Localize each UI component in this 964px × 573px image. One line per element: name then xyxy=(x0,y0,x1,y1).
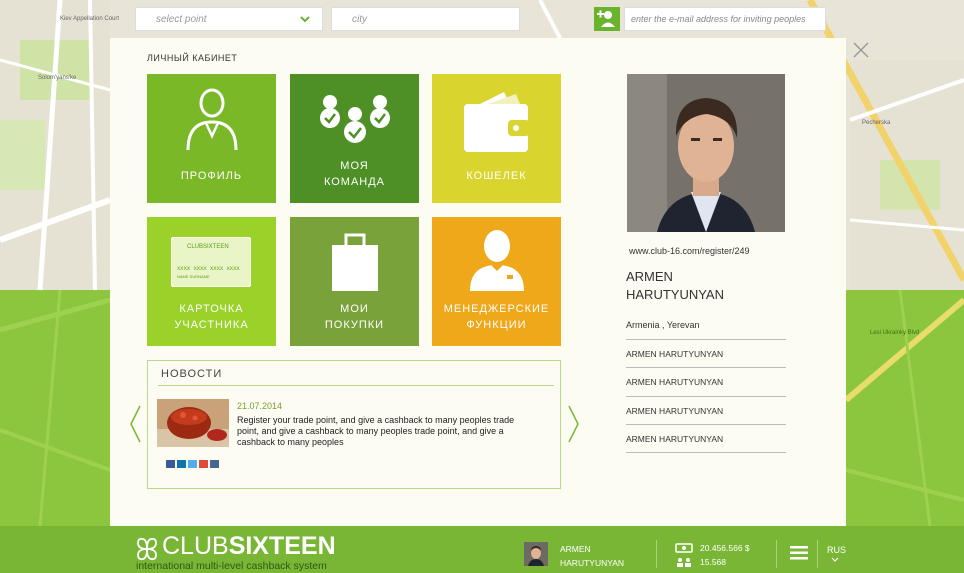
tile-label: ПРОФИЛЬ xyxy=(180,170,243,182)
footer-user-line1: ARMEN xyxy=(560,544,591,554)
menu-icon[interactable] xyxy=(790,545,808,561)
brand-tagline: international multi-level cashback syste… xyxy=(136,560,327,572)
footer-user-name[interactable]: ARMEN HARUTYUNYAN xyxy=(560,542,624,570)
tile-label: ПОКУПКИ xyxy=(324,319,385,331)
map-label: Pecherska xyxy=(862,120,891,126)
profile-list-item[interactable]: ARMEN HARUTYUNYAN xyxy=(626,349,723,359)
profile-location: Armenia , Yerevan xyxy=(626,320,700,330)
tile-label: УЧАСТНИКА xyxy=(174,319,249,331)
profile-list-item[interactable]: ARMEN HARUTYUNYAN xyxy=(626,377,723,387)
tile-member-card[interactable]: CLUBSIXTEEN XXXX XXXX XXXX XXXX NAME SUR… xyxy=(147,217,276,346)
manager-icon xyxy=(470,230,524,291)
profile-photo[interactable] xyxy=(627,74,785,232)
profile-name-line1: ARMEN xyxy=(626,269,673,284)
language-selector[interactable]: RUS xyxy=(827,545,846,555)
profile-divider xyxy=(626,396,786,397)
referral-link[interactable]: www.club-16.com/register/249 xyxy=(629,246,750,256)
card-number: XXXX XXXX XXXX XXXX xyxy=(177,265,240,272)
invite-email-input[interactable]: enter the e-mail address for inviting pe… xyxy=(624,7,826,31)
select-point-placeholder: select point xyxy=(156,14,207,25)
card-brand: CLUBSIXTEEN xyxy=(187,244,229,250)
footer-team-count: 15.568 xyxy=(700,557,726,567)
select-point-dropdown[interactable]: select point xyxy=(135,7,323,31)
footer-balance: 20.456.566 $ xyxy=(700,543,750,553)
profile-name-line2: HARUTYUNYAN xyxy=(626,287,724,302)
tile-label: ФУНКЦИИ xyxy=(466,319,527,331)
tile-label: МОИ xyxy=(340,303,369,315)
avatar-image xyxy=(524,542,548,566)
news-next-arrow-icon[interactable] xyxy=(567,404,581,444)
tile-my-team[interactable]: МОЯ КОМАНДА xyxy=(290,74,419,203)
invite-user-button[interactable] xyxy=(594,7,620,31)
map-label: Solom'yans'ke xyxy=(38,75,77,81)
chevron-down-icon xyxy=(300,16,310,23)
google-plus-icon[interactable] xyxy=(199,460,208,468)
linkedin-icon[interactable] xyxy=(177,460,186,468)
news-date: 21.07.2014 xyxy=(237,401,283,411)
facebook-icon[interactable] xyxy=(166,460,175,468)
card-holder: NAME SURNAME xyxy=(177,274,210,279)
tile-label: КАРТОЧКА xyxy=(179,303,244,315)
invite-email-placeholder: enter the e-mail address for inviting pe… xyxy=(631,14,806,24)
profile-photo-image xyxy=(627,74,785,232)
news-panel: НОВОСТИ 21.07.2014 Register your trade p… xyxy=(147,360,561,489)
shopping-bag-icon xyxy=(332,233,378,291)
money-icon xyxy=(675,543,693,553)
news-prev-arrow-icon[interactable] xyxy=(128,404,142,444)
add-user-icon xyxy=(597,10,615,27)
news-text: Register your trade point, and give a ca… xyxy=(237,415,515,447)
news-image[interactable] xyxy=(157,399,229,447)
profile-list-item[interactable]: ARMEN HARUTYUNYAN xyxy=(626,406,723,416)
tile-label: МОЯ xyxy=(340,160,369,172)
user-icon xyxy=(186,88,238,151)
tile-my-purchases[interactable]: МОИ ПОКУПКИ xyxy=(290,217,419,346)
profile-divider xyxy=(626,424,786,425)
brand-logo-text[interactable]: CLUBSIXTEEN xyxy=(162,531,336,561)
news-divider xyxy=(158,385,554,386)
team-icon xyxy=(320,95,390,143)
chevron-down-icon[interactable] xyxy=(831,557,839,563)
map-label: Lesi Ukrainky Blvd xyxy=(870,330,920,336)
footer-separator xyxy=(656,540,657,568)
brand-sixteen: SIXTEEN xyxy=(228,532,336,560)
profile-divider xyxy=(626,367,786,368)
tile-label: МЕНЕДЖЕРСКИЕ xyxy=(443,303,550,315)
close-icon[interactable] xyxy=(851,40,871,60)
tile-label: КОШЕЛЕК xyxy=(466,170,527,182)
profile-name: ARMEN HARUTYUNYAN xyxy=(626,268,796,304)
city-placeholder: city xyxy=(352,14,367,25)
footer-separator xyxy=(817,540,818,568)
tile-wallet[interactable]: КОШЕЛЕК xyxy=(432,74,561,203)
vk-icon[interactable] xyxy=(210,460,219,468)
clover-logo-icon[interactable] xyxy=(134,536,160,562)
tile-profile[interactable]: ПРОФИЛЬ xyxy=(147,74,276,203)
profile-divider xyxy=(626,452,786,453)
wallet-icon xyxy=(464,92,530,152)
city-input[interactable]: city xyxy=(331,7,520,31)
footer-avatar[interactable] xyxy=(524,542,548,566)
footer-separator xyxy=(776,540,777,568)
map-label: Kiev Appellation Court xyxy=(60,16,120,22)
footer-user-line2: HARUTYUNYAN xyxy=(560,558,625,568)
profile-list-item[interactable]: ARMEN HARUTYUNYAN xyxy=(626,434,723,444)
modal-title: ЛИЧНЫЙ КАБИНЕТ xyxy=(147,53,238,63)
news-title: НОВОСТИ xyxy=(161,368,223,380)
team-count-icon xyxy=(677,558,691,567)
tile-manager-functions[interactable]: МЕНЕДЖЕРСКИЕ ФУНКЦИИ xyxy=(432,217,561,346)
tile-label: КОМАНДА xyxy=(323,176,386,188)
profile-divider xyxy=(626,339,786,340)
tea-image xyxy=(157,399,229,447)
brand-club: CLUB xyxy=(162,532,229,560)
twitter-icon[interactable] xyxy=(188,460,197,468)
